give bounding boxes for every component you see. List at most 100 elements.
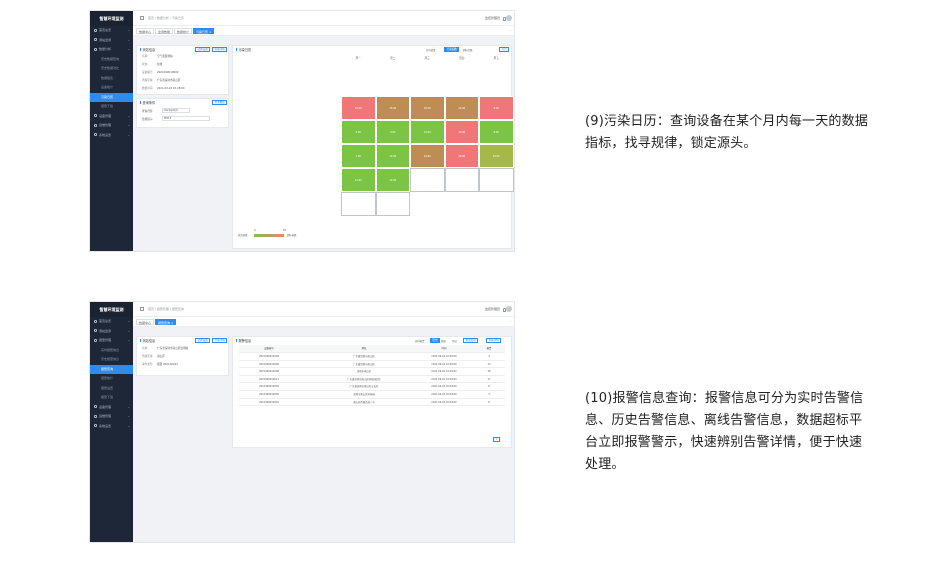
calendar-day-cell[interactable] <box>444 168 479 192</box>
tab-data-center[interactable]: 数据中心 <box>136 28 155 34</box>
sidebar-item[interactable]: 报警下载 <box>90 393 133 403</box>
table-row[interactable]: 2021090010006 广东省深圳市南山区 2021-09-24 10:28:0… <box>239 361 505 369</box>
view-detail-button[interactable]: 查看详情 <box>212 338 228 343</box>
calendar-day-cell[interactable]: 12.00 <box>341 168 376 192</box>
calendar-day-cell[interactable]: 22.00 <box>444 96 479 120</box>
sidebar-item[interactable]: 首页总览 ⌄ <box>90 26 133 36</box>
table-cell: 2021-09-24 10:28:00 <box>431 385 457 389</box>
sidebar-item[interactable]: 测站监测 ⌄ <box>90 36 133 46</box>
table-row[interactable]: 2021090010005 深圳市南山区科技园 2021-09-24 10:28:0… <box>239 391 505 399</box>
calendar-day-cell[interactable]: 12.00 <box>375 144 410 168</box>
sidebar-item[interactable]: 历史报警信息 <box>90 355 133 365</box>
calendar-opt-index[interactable]: 污染指数 <box>444 47 460 52</box>
switch-device-button[interactable]: 切换设备 <box>195 338 211 343</box>
sidebar-item[interactable]: 运维管理 ⌄ <box>90 412 133 422</box>
table-cell: 深圳市南山区 <box>356 370 372 374</box>
alarm-detail-button[interactable]: 查看详情 <box>486 338 502 343</box>
export-button[interactable]: 导出 <box>499 47 510 52</box>
sidebar-item[interactable]: 设备管理 ⌄ <box>90 403 133 413</box>
sidebar-item[interactable]: 数据报表 <box>90 74 133 84</box>
chevron-down-icon: ⌄ <box>127 113 130 118</box>
user-name[interactable]: 监控管理员 <box>485 302 500 317</box>
sidebar-item[interactable]: 设备管理 ⌄ <box>90 112 133 122</box>
sidebar-item[interactable]: 设备统计 <box>90 83 133 93</box>
user-name[interactable]: 监控管理员 <box>485 11 500 26</box>
calendar-day-cell[interactable]: 9.00 <box>375 120 410 144</box>
view-detail-button[interactable]: 查看详情 <box>212 47 228 52</box>
tab-alarm-query[interactable]: 报警查询 × <box>155 319 177 325</box>
sidebar-item[interactable]: 历史数据查询 <box>90 55 133 65</box>
calendar-day-cell[interactable] <box>341 192 376 216</box>
weekday-label: 周五 <box>493 57 499 60</box>
chevron-down-icon[interactable]: ⌄ <box>508 28 511 32</box>
sidebar-item[interactable]: 历史数据对比 <box>90 64 133 74</box>
sidebar-item-label: 设备管理 <box>99 113 112 118</box>
sidebar-item[interactable]: 测站监测 ⌄ <box>90 327 133 337</box>
calendar-opt-daily[interactable]: 日均浓度 <box>426 48 436 52</box>
calendar-day-cell[interactable]: 18.00 <box>513 144 514 168</box>
sidebar-item[interactable]: 系统设置 ⌄ <box>90 131 133 141</box>
sidebar-item[interactable]: 报警设置 <box>90 384 133 394</box>
tab-monitoring[interactable]: 监测数据 <box>155 28 174 34</box>
calendar-day-cell[interactable]: 24.00 <box>410 144 445 168</box>
calendar-day-cell[interactable]: 10.00 <box>410 120 445 144</box>
calendar-day-cell[interactable] <box>479 168 514 192</box>
table-row[interactable]: 2021090010003 广东省深圳市南山区宝安区 2021-09-24 10:2… <box>239 383 505 391</box>
calendar-day-cell[interactable]: 9.00 <box>341 120 376 144</box>
calendar-day-cell[interactable]: 31.00 <box>341 96 376 120</box>
calendar-day-cell[interactable]: 8.00 <box>479 96 514 120</box>
alarm-opt-export[interactable]: 导出 <box>452 339 457 343</box>
tab-pollution-calendar[interactable]: 污染日历 × <box>193 28 215 34</box>
menu-icon <box>94 38 97 41</box>
calendar-opt-exceed[interactable]: 超标次数 <box>463 48 473 52</box>
sidebar-item[interactable]: 运维管理 ⌄ <box>90 121 133 131</box>
table-row[interactable]: 2021090010002 南山区西丽街道一号 2021-09-24 10:28:0… <box>239 399 505 407</box>
table-row[interactable]: 2021090010011 广东省深圳市南山区科技园北区 2021-09-24 10… <box>239 376 505 384</box>
sidebar-item[interactable]: 实时报警信息 <box>90 346 133 356</box>
menu-icon <box>94 414 97 418</box>
sidebar-item[interactable]: 数据分析 ⌄ <box>90 45 133 55</box>
calendar-day-cell[interactable]: 19.00 <box>444 120 479 144</box>
table-row[interactable]: 2021090010009 广东省深圳市南山区 2021-09-24 10:28:0… <box>239 353 505 361</box>
calendar-day-cell[interactable] <box>410 168 445 192</box>
month-select[interactable]: 2021年09月 <box>162 108 190 113</box>
switch-device-button[interactable]: 切换设备 <box>195 47 211 52</box>
alarm-opt-offline[interactable]: 离线 <box>441 339 446 343</box>
home-icon[interactable] <box>140 16 144 20</box>
calendar-day-cell[interactable]: 30.00 <box>410 96 445 120</box>
sidebar-item[interactable]: 系统设置 ⌄ <box>90 422 133 432</box>
calendar-day-cell[interactable]: 8.00 <box>479 120 514 144</box>
tab-statistics[interactable]: 数据统计 <box>174 28 193 34</box>
batch-process-button[interactable]: 批量处理 <box>463 338 479 343</box>
calendar-day-cell[interactable]: 7.00 <box>341 144 376 168</box>
site-info-panel: 测站信息 切换设备 查看详情 名称: 广东省深圳市南山区监测站 所属区域: 南山区 … <box>136 336 229 376</box>
sidebar-item[interactable]: 首页总览 ⌄ <box>90 317 133 327</box>
tab-data-center[interactable]: 数据中心 <box>136 319 155 325</box>
calendar-day-cell[interactable]: 26.00 <box>444 144 479 168</box>
pagination-page[interactable]: 1 <box>493 437 500 442</box>
sidebar-item[interactable]: 报警统计 <box>90 374 133 384</box>
alarm-opt-realtime[interactable]: 实时报警 <box>415 339 425 343</box>
avatar[interactable] <box>506 306 512 312</box>
alarm-opt-history[interactable]: 历史 <box>430 338 441 343</box>
column-header: 地址 <box>361 347 367 350</box>
table-cell: 2021-09-24 10:28:00 <box>431 400 457 404</box>
sidebar-item[interactable]: 报警查询 <box>90 364 133 374</box>
calendar-day-cell[interactable]: 13.00 <box>513 120 514 144</box>
calendar-day-cell[interactable]: 12.00 <box>375 168 410 192</box>
calendar-day-cell[interactable]: 15.00 <box>479 144 514 168</box>
table-row[interactable]: 2021090010008 深圳市南山区 2021-09-24 10:28:00 16 <box>239 368 505 376</box>
avatar[interactable] <box>506 15 512 21</box>
sidebar-item[interactable]: 报警下载 <box>90 102 133 112</box>
sidebar-item[interactable]: 报警管理 ⌄ <box>90 336 133 346</box>
calendar-day-cell[interactable] <box>375 192 410 216</box>
sidebar-item-label: 设备统计 <box>101 85 114 89</box>
calendar-day-cell[interactable]: 25.00 <box>375 96 410 120</box>
chevron-down-icon[interactable]: ⌄ <box>508 319 511 323</box>
home-icon[interactable] <box>140 307 144 311</box>
query-button[interactable]: 查询数据 <box>212 100 228 105</box>
sidebar-item[interactable]: 污染日历 <box>90 92 133 102</box>
calendar-day-cell[interactable] <box>513 168 514 192</box>
metric-select[interactable]: PM2.5 <box>162 116 210 121</box>
calendar-day-cell[interactable]: 12.00 <box>513 96 514 120</box>
